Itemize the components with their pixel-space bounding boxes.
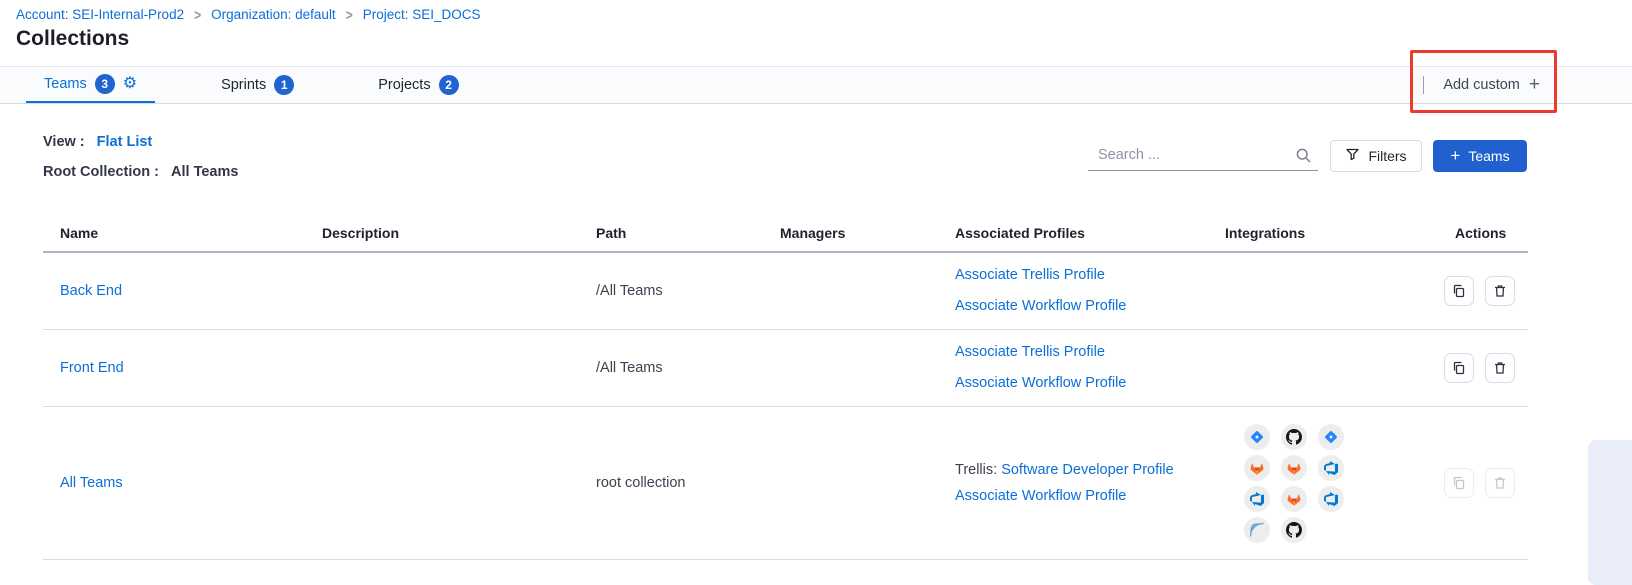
clone-button[interactable] [1444, 353, 1474, 383]
root-collection-value: All Teams [171, 164, 238, 180]
column-header-name: Name [43, 225, 305, 241]
github-icon [1281, 517, 1307, 543]
azure-devops-icon [1318, 455, 1344, 481]
associate-trellis-profile-link[interactable]: Associate Trellis Profile [955, 344, 1105, 360]
table-row: All Teams root collection Trellis: Softw… [43, 407, 1528, 560]
add-teams-button[interactable]: + Teams [1433, 140, 1527, 172]
azure-devops-icon [1318, 486, 1344, 512]
associate-workflow-profile-link[interactable]: Associate Workflow Profile [955, 375, 1126, 391]
plus-icon: + [1529, 74, 1540, 96]
delete-button[interactable] [1485, 353, 1515, 383]
root-collection: Root Collection : All Teams [43, 164, 238, 180]
table-row: Back End /All Teams Associate Trellis Pr… [43, 253, 1528, 330]
column-header-description: Description [305, 225, 579, 241]
associate-workflow-profile-link[interactable]: Associate Workflow Profile [955, 488, 1126, 504]
tab-teams-count-badge: 3 [95, 74, 115, 94]
column-header-path: Path [579, 225, 763, 241]
jira-icon [1244, 424, 1270, 450]
actions-cell [1438, 468, 1528, 498]
column-header-managers: Managers [763, 225, 938, 241]
breadcrumb-separator-icon: > [194, 6, 201, 23]
gitlab-icon [1281, 455, 1307, 481]
search-box [1088, 141, 1318, 171]
path-cell: /All Teams [579, 283, 763, 299]
github-icon [1281, 424, 1307, 450]
plus-icon: + [1450, 146, 1460, 166]
filters-button[interactable]: Filters [1330, 140, 1422, 172]
breadcrumb: Account: SEI-Internal-Prod2 > Organizati… [16, 7, 481, 22]
root-collection-label: Root Collection : [43, 164, 159, 180]
collection-name-link[interactable]: Front End [60, 360, 124, 376]
page-title: Collections [16, 27, 129, 51]
side-panel-edge [1588, 440, 1632, 585]
breadcrumb-separator-icon: > [346, 6, 353, 23]
collections-table: Name Description Path Managers Associate… [43, 214, 1528, 560]
tab-sprints-count-badge: 1 [274, 75, 294, 95]
sonarqube-icon [1244, 517, 1270, 543]
column-header-actions: Actions [1438, 225, 1528, 241]
divider [1423, 76, 1424, 94]
associate-workflow-profile-link[interactable]: Associate Workflow Profile [955, 298, 1126, 314]
tab-teams[interactable]: Teams 3 ⚙ [26, 67, 155, 103]
integrations-cell [1244, 424, 1438, 543]
path-cell: root collection [579, 475, 763, 491]
tab-projects-count-badge: 2 [439, 75, 459, 95]
actions-cell [1438, 353, 1528, 383]
delete-button-disabled [1485, 468, 1515, 498]
filter-funnel-icon [1345, 147, 1360, 165]
filters-label: Filters [1368, 148, 1406, 164]
search-icon [1295, 147, 1312, 169]
collection-name-link[interactable]: Back End [60, 283, 122, 299]
azure-devops-icon [1244, 486, 1270, 512]
breadcrumb-project-link[interactable]: Project: SEI_DOCS [363, 7, 481, 22]
associated-profiles-cell: Associate Trellis Profile Associate Work… [938, 260, 1208, 322]
path-cell: /All Teams [579, 360, 763, 376]
tab-projects-label: Projects [378, 77, 430, 93]
actions-cell [1438, 276, 1528, 306]
view-label: View : [43, 134, 85, 150]
jira-icon [1318, 424, 1344, 450]
clone-button[interactable] [1444, 276, 1474, 306]
trellis-prefix: Trellis: [955, 462, 997, 478]
tab-teams-label: Teams [44, 76, 87, 92]
table-header-row: Name Description Path Managers Associate… [43, 214, 1528, 253]
associate-trellis-profile-link[interactable]: Associate Trellis Profile [955, 267, 1105, 283]
add-custom-button[interactable]: Add custom + [1423, 66, 1540, 103]
clone-button-disabled [1444, 468, 1474, 498]
trellis-profile-link[interactable]: Software Developer Profile [1001, 462, 1173, 478]
breadcrumb-account-link[interactable]: Account: SEI-Internal-Prod2 [16, 7, 184, 22]
tab-sprints[interactable]: Sprints 1 [203, 67, 312, 103]
teams-button-label: Teams [1468, 148, 1509, 164]
gitlab-icon [1244, 455, 1270, 481]
collection-name-link[interactable]: All Teams [60, 475, 123, 491]
column-header-integrations: Integrations [1208, 225, 1438, 241]
view-value-link[interactable]: Flat List [97, 134, 153, 150]
breadcrumb-organization-link[interactable]: Organization: default [211, 7, 336, 22]
tab-projects[interactable]: Projects 2 [360, 67, 476, 103]
gitlab-icon [1281, 486, 1307, 512]
delete-button[interactable] [1485, 276, 1515, 306]
view-selector: View : Flat List [43, 134, 152, 150]
gear-icon[interactable]: ⚙ [123, 76, 137, 92]
associated-profiles-cell: Trellis: Software Developer Profile Asso… [938, 457, 1208, 509]
column-header-associated-profiles: Associated Profiles [938, 225, 1208, 241]
tab-sprints-label: Sprints [221, 77, 266, 93]
add-custom-label: Add custom [1443, 77, 1520, 93]
table-row: Front End /All Teams Associate Trellis P… [43, 330, 1528, 407]
search-input[interactable] [1088, 141, 1284, 169]
tab-bar: Teams 3 ⚙ Sprints 1 Projects 2 [0, 66, 1632, 104]
associated-profiles-cell: Associate Trellis Profile Associate Work… [938, 337, 1208, 399]
